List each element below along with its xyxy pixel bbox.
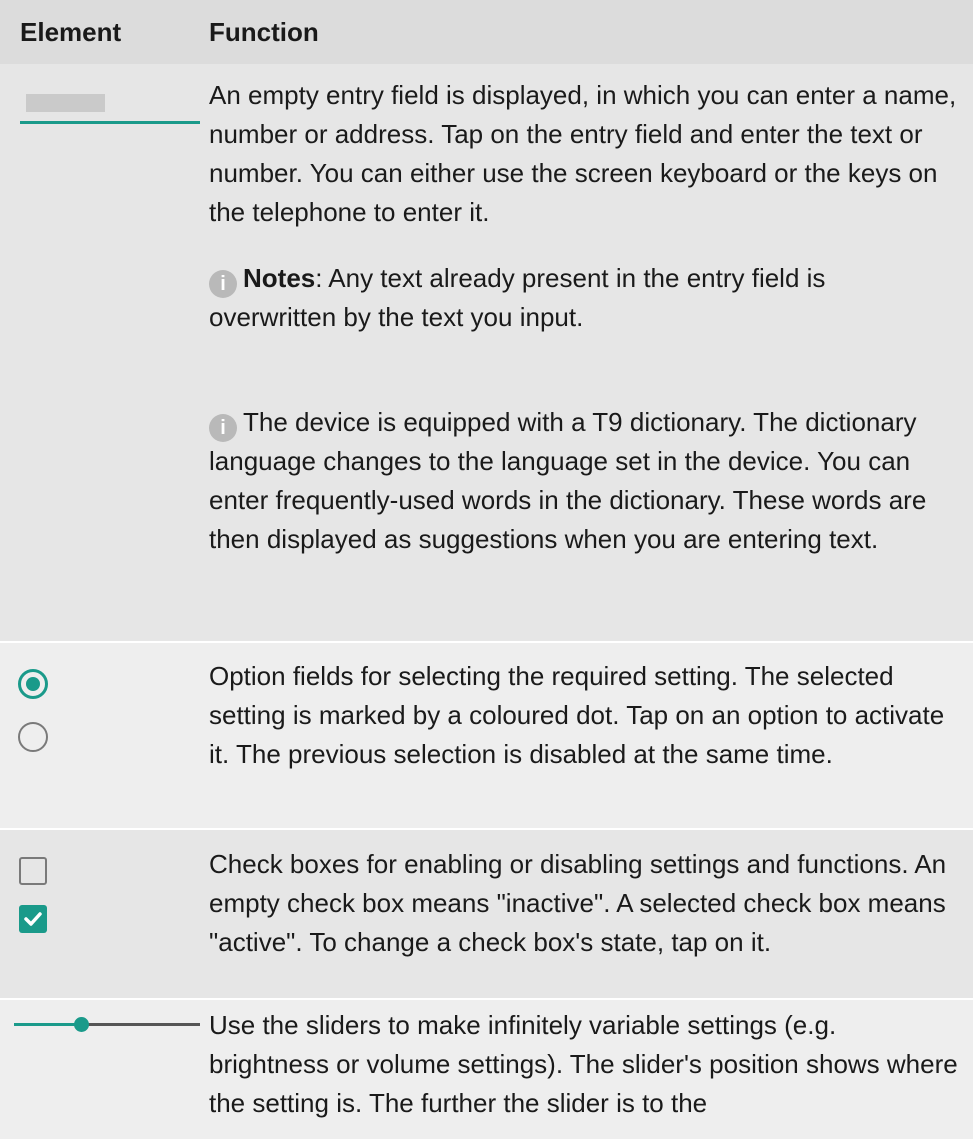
slider-thumb: [74, 1017, 89, 1032]
note-label: Notes: [243, 263, 316, 293]
check-boxes-description: Check boxes for enabling or disabling se…: [209, 849, 947, 957]
slider-track-empty: [82, 1023, 200, 1026]
checkbox-empty-icon: [19, 857, 47, 885]
entry-field-description: An empty entry field is displayed, in wh…: [209, 80, 957, 227]
function-cell: Use the sliders to make infinitely varia…: [209, 1006, 959, 1123]
table-row-entry-field: An empty entry field is displayed, in wh…: [0, 64, 973, 641]
note-paragraph: i Notes: Any text already present in the …: [209, 259, 959, 337]
checkbox-checked-icon: [19, 905, 47, 933]
function-cell: Check boxes for enabling or disabling se…: [209, 845, 959, 962]
element-function-table: Element Function An empty entry field is…: [0, 0, 973, 1139]
function-cell: An empty entry field is displayed, in wh…: [209, 76, 959, 559]
entry-field-sample: [26, 94, 105, 112]
element-cell: [0, 64, 200, 641]
radio-unselected-icon: [18, 722, 48, 752]
entry-field-underline: [20, 121, 200, 124]
option-fields-description: Option fields for selecting the required…: [209, 661, 945, 769]
element-cell: [0, 643, 200, 828]
header-element: Element: [20, 17, 122, 47]
element-cell: [0, 830, 200, 998]
note-text: The device is equipped with a T9 diction…: [209, 407, 927, 554]
slider-description: Use the sliders to make infinitely varia…: [209, 1010, 958, 1118]
table-row-slider: Use the sliders to make infinitely varia…: [0, 1000, 973, 1139]
table-row-check-boxes: Check boxes for enabling or disabling se…: [0, 830, 973, 998]
radio-selected-icon: [18, 669, 48, 699]
info-icon: i: [209, 270, 237, 298]
checkmark-icon: [24, 912, 42, 926]
note-paragraph: i The device is equipped with a T9 dictio…: [209, 403, 959, 559]
function-cell: Option fields for selecting the required…: [209, 657, 959, 774]
table-row-option-fields: Option fields for selecting the required…: [0, 643, 973, 828]
info-icon: i: [209, 414, 237, 442]
slider-track-filled: [14, 1023, 82, 1026]
header-function: Function: [209, 17, 319, 47]
table-header-row: Element Function: [0, 0, 973, 64]
element-cell: [0, 1000, 200, 1139]
